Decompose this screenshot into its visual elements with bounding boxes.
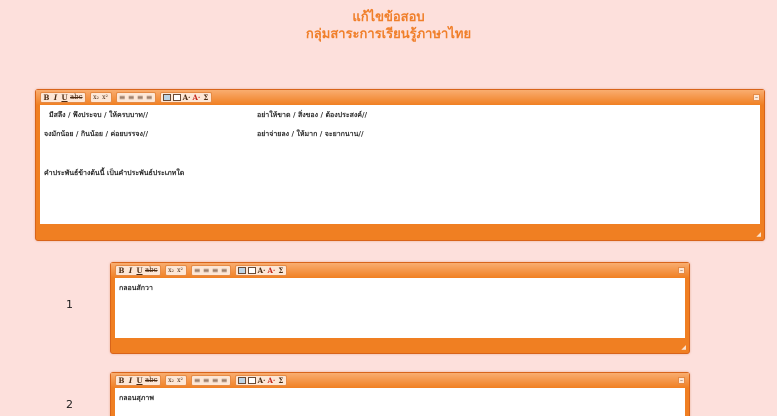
verse-line-1a: มีสลึง / พึงประจบ / ให้ครบบาท//: [49, 111, 149, 119]
align-justify-icon[interactable]: ≡: [146, 93, 153, 102]
insert-group: A· A· Σ: [159, 92, 213, 103]
underline-button[interactable]: U: [61, 93, 68, 102]
insert-image-icon[interactable]: [237, 377, 246, 384]
subscript-button[interactable]: x₂: [93, 93, 100, 102]
insert-table-icon[interactable]: [247, 267, 256, 274]
subscript-button[interactable]: x₂: [168, 266, 175, 275]
highlight-color-button[interactable]: A·: [258, 376, 266, 385]
collapse-icon[interactable]: –: [678, 267, 685, 274]
formula-button[interactable]: Σ: [202, 93, 209, 102]
insert-table-icon[interactable]: [172, 94, 181, 101]
subscript-button[interactable]: x₂: [168, 376, 175, 385]
formula-button[interactable]: Σ: [277, 376, 284, 385]
align-center-icon[interactable]: ≡: [203, 266, 210, 275]
verse-line-2b: อย่าจ่ายลง / ให้มาก / จะยากนาน//: [257, 130, 364, 138]
question-prompt: คำประพันธ์ข้างต้นนี้ เป็นคำประพันธ์ประเภ…: [44, 169, 185, 177]
strikethrough-button[interactable]: abc: [145, 376, 158, 385]
align-group: ≡ ≡ ≡ ≡: [190, 375, 231, 386]
align-center-icon[interactable]: ≡: [128, 93, 135, 102]
highlight-color-button[interactable]: A·: [183, 93, 191, 102]
editor-toolbar: B I U abc x₂ x² ≡ ≡ ≡ ≡ A· A· Σ –: [36, 90, 764, 105]
align-right-icon[interactable]: ≡: [212, 266, 219, 275]
bold-button[interactable]: B: [118, 376, 125, 385]
align-left-icon[interactable]: ≡: [119, 93, 126, 102]
strikethrough-button[interactable]: abc: [145, 266, 158, 275]
italic-button[interactable]: I: [127, 376, 134, 385]
choice-text-area[interactable]: กลอนสุภาพ: [115, 388, 685, 416]
page-title-line-1: แก้ไขข้อสอบ: [352, 10, 425, 25]
insert-image-icon[interactable]: [237, 267, 246, 274]
choice-editor-1: B I U abc x₂ x² ≡ ≡ ≡ ≡ A· A· Σ – กลอนสั…: [110, 262, 690, 354]
choice-text: กลอนสุภาพ: [119, 394, 154, 402]
text-style-group: B I U abc: [115, 375, 161, 386]
text-style-group: B I U abc: [115, 265, 161, 276]
underline-button[interactable]: U: [136, 376, 143, 385]
highlight-color-button[interactable]: A·: [258, 266, 266, 275]
font-color-button[interactable]: A·: [267, 376, 275, 385]
script-group: x₂ x²: [164, 265, 187, 276]
underline-button[interactable]: U: [136, 266, 143, 275]
align-group: ≡ ≡ ≡ ≡: [190, 265, 231, 276]
font-color-button[interactable]: A·: [267, 266, 275, 275]
insert-group: A· A· Σ: [234, 265, 288, 276]
script-group: x₂ x²: [89, 92, 112, 103]
verse-line-1b: อย่าให้ขาด / สิ่งของ / ต้องประสงค์//: [257, 111, 368, 119]
formula-button[interactable]: Σ: [277, 266, 284, 275]
script-group: x₂ x²: [164, 375, 187, 386]
align-justify-icon[interactable]: ≡: [221, 266, 228, 275]
collapse-icon[interactable]: –: [678, 377, 685, 384]
bold-button[interactable]: B: [118, 266, 125, 275]
choice-number: 1: [66, 298, 73, 311]
superscript-button[interactable]: x²: [177, 266, 184, 275]
resize-grip-icon[interactable]: ◢: [756, 232, 761, 238]
page-title: แก้ไขข้อสอบ กลุ่มสาระการเรียนรู้ภาษาไทย: [0, 9, 777, 43]
font-color-button[interactable]: A·: [192, 93, 200, 102]
align-right-icon[interactable]: ≡: [212, 376, 219, 385]
italic-button[interactable]: I: [127, 266, 134, 275]
collapse-icon[interactable]: –: [753, 94, 760, 101]
editor-toolbar: B I U abc x₂ x² ≡ ≡ ≡ ≡ A· A· Σ –: [111, 373, 689, 388]
align-justify-icon[interactable]: ≡: [221, 376, 228, 385]
question-text-area[interactable]: มีสลึง / พึงประจบ / ให้ครบบาท// อย่าให้ข…: [40, 105, 760, 224]
align-right-icon[interactable]: ≡: [137, 93, 144, 102]
verse-line-2a: จงมักน้อย / กินน้อย / ค่อยบรรจง//: [44, 130, 149, 138]
insert-image-icon[interactable]: [162, 94, 171, 101]
choice-editor-2: B I U abc x₂ x² ≡ ≡ ≡ ≡ A· A· Σ – กลอนสุ…: [110, 372, 690, 416]
strikethrough-button[interactable]: abc: [70, 93, 83, 102]
italic-button[interactable]: I: [52, 93, 59, 102]
align-group: ≡ ≡ ≡ ≡: [115, 92, 156, 103]
choice-number: 2: [66, 398, 73, 411]
insert-group: A· A· Σ: [234, 375, 288, 386]
align-left-icon[interactable]: ≡: [194, 266, 201, 275]
editor-toolbar: B I U abc x₂ x² ≡ ≡ ≡ ≡ A· A· Σ –: [111, 263, 689, 278]
align-left-icon[interactable]: ≡: [194, 376, 201, 385]
choice-text: กลอนสักวา: [119, 284, 153, 292]
resize-grip-icon[interactable]: ◢: [681, 345, 686, 351]
insert-table-icon[interactable]: [247, 377, 256, 384]
superscript-button[interactable]: x²: [102, 93, 109, 102]
bold-button[interactable]: B: [43, 93, 50, 102]
superscript-button[interactable]: x²: [177, 376, 184, 385]
choice-text-area[interactable]: กลอนสักวา: [115, 278, 685, 338]
question-editor: B I U abc x₂ x² ≡ ≡ ≡ ≡ A· A· Σ – มีสลึง…: [35, 89, 765, 241]
align-center-icon[interactable]: ≡: [203, 376, 210, 385]
page-title-line-2: กลุ่มสาระการเรียนรู้ภาษาไทย: [305, 27, 472, 42]
text-style-group: B I U abc: [40, 92, 86, 103]
